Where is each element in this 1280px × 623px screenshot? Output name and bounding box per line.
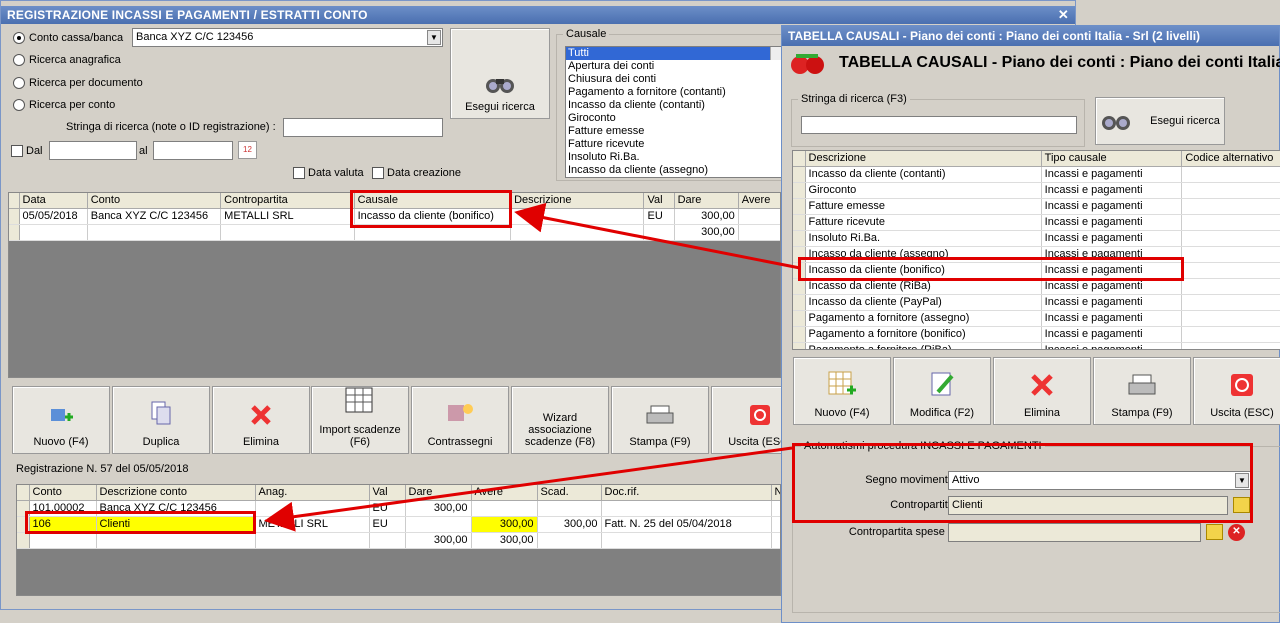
annotation-arrows xyxy=(264,202,801,532)
